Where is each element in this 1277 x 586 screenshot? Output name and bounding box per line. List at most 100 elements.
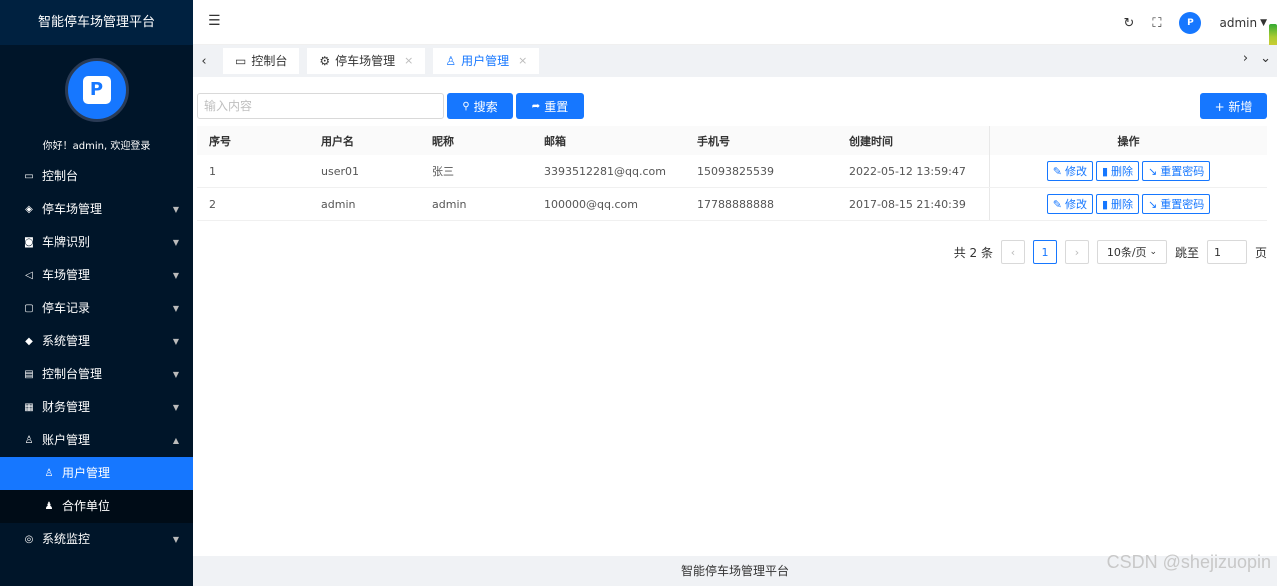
page-size-select[interactable]: 10条/页 ⌄: [1096, 240, 1167, 264]
sidebar-item-label: 财务管理: [42, 400, 91, 414]
jump-label: 跳至: [1174, 245, 1199, 260]
sidebar-subitem-0[interactable]: ♙ 用户管理: [0, 457, 193, 490]
table-header: 序号 用户名 昵称 邮箱 手机号 创建时间 操作: [197, 126, 1267, 155]
search-input[interactable]: [197, 93, 444, 119]
column-header: 手机号: [697, 134, 730, 148]
tab-label: 停车场管理: [335, 54, 396, 68]
shield-icon: ◈: [25, 204, 33, 215]
sidebar-item-5[interactable]: ◆ 系统管理 ▼: [0, 325, 193, 358]
user-outline-icon: ♙: [44, 468, 54, 479]
sidebar-item-7[interactable]: ▦ 财务管理 ▼: [0, 391, 193, 424]
search-label: 搜索: [473, 99, 498, 114]
sidebar-item-label: 停车场管理: [42, 202, 103, 216]
sidebar-item-label: 车牌识别: [42, 235, 91, 249]
sidebar-item-label: 控制台: [42, 169, 79, 183]
tab-0[interactable]: ▭ 控制台: [223, 48, 300, 74]
caret-down-icon: ▼: [172, 337, 179, 346]
actions-cell: ✎ 修改 ▮ 删除 ↘ 重置密码: [989, 188, 1267, 220]
pagination: 共 2 条 ‹ 1 › 10条/页 ⌄ 跳至 1 页: [954, 240, 1267, 264]
add-label: + 新增: [1214, 99, 1253, 114]
tabs-list: ▭ 控制台 ⚙ 停车场管理 × ♙ 用户管理 ×: [215, 48, 540, 74]
sidebar-item-3[interactable]: ◁ 车场管理 ▼: [0, 259, 193, 292]
sidebar-item-8[interactable]: ♙ 账户管理 ▲: [0, 424, 193, 457]
close-icon[interactable]: ×: [404, 48, 413, 74]
sidebar-item-label: 控制台管理: [42, 367, 103, 381]
jump-input[interactable]: 1: [1206, 240, 1247, 264]
reset-button[interactable]: ➦ 重置: [516, 93, 584, 119]
tabs-prev-icon[interactable]: ‹: [193, 54, 215, 69]
total-count: 共 2 条: [953, 245, 993, 260]
reset-password-button-label: 重置密码: [1160, 198, 1205, 211]
tabs-bar: ‹ ▭ 控制台 ⚙ 停车场管理 × ♙ 用户管理 × › ⌄: [193, 45, 1277, 77]
user-table: 序号 用户名 昵称 邮箱 手机号 创建时间 操作 1 user01 张三 3393512281@q…: [197, 126, 1267, 221]
trash-icon: ▮: [1101, 164, 1109, 178]
avatar[interactable]: P: [1179, 12, 1202, 34]
column-header: 用户名: [321, 134, 354, 148]
sidebar-item-label: 账户管理: [42, 433, 91, 447]
delete-button[interactable]: ▮ 删除: [1095, 194, 1140, 214]
sidebar-item-1[interactable]: ◈ 停车场管理 ▼: [0, 193, 193, 226]
user-icon: ♙: [24, 435, 34, 446]
user-icon: ♙: [445, 54, 457, 68]
logo-letter: P: [82, 76, 111, 104]
column-header: 创建时间: [849, 134, 893, 148]
delete-button[interactable]: ▮ 删除: [1095, 161, 1140, 181]
caret-down-icon: ▼: [172, 205, 179, 214]
camera-icon: ◙: [24, 237, 34, 248]
tabs-next-icon[interactable]: ›: [1243, 51, 1248, 66]
sidebar-item-label: 车场管理: [42, 268, 91, 282]
user-menu[interactable]: admin ▼: [1219, 16, 1267, 30]
edit-button[interactable]: ✎ 修改: [1046, 161, 1093, 181]
table-cell: 1: [209, 164, 216, 178]
sidebar-subitem-1[interactable]: ♟ 合作单位: [0, 490, 193, 523]
sidebar-item-monitor[interactable]: ◎ 系统监控 ▼: [0, 523, 193, 556]
monitor-icon: ▭: [235, 54, 247, 68]
tabs-controls: › ⌄: [1243, 51, 1271, 66]
sidebar-item-label: 停车记录: [42, 301, 91, 315]
top-header: ☰ ↻ ⛶ P admin ▼: [193, 0, 1277, 76]
table-cell: admin: [432, 197, 467, 211]
fullscreen-icon[interactable]: ⛶: [1152, 16, 1161, 31]
gear-icon: ⚙: [319, 54, 331, 68]
reset-password-button[interactable]: ↘ 重置密码: [1142, 194, 1211, 214]
close-icon[interactable]: ×: [518, 48, 527, 74]
table-cell: admin: [321, 197, 356, 211]
refresh-icon[interactable]: ↻: [1123, 16, 1134, 31]
pencil-icon: ✎: [1052, 197, 1062, 211]
caret-up-icon: ▲: [172, 436, 179, 445]
table-row: 1 user01 张三 3393512281@qq.com 15093825539 202…: [197, 155, 1267, 188]
sidebar-item-4[interactable]: ▢ 停车记录 ▼: [0, 292, 193, 325]
reset-icon: ↘: [1148, 164, 1158, 178]
sidebar-item-0[interactable]: ▭ 控制台: [0, 160, 193, 193]
caret-down-icon: ▼: [172, 304, 179, 313]
add-button[interactable]: + 新增: [1200, 93, 1267, 119]
app-logo: P: [64, 58, 129, 122]
sidebar-item-6[interactable]: ▤ 控制台管理 ▼: [0, 358, 193, 391]
column-header: 操作: [989, 126, 1267, 155]
search-button[interactable]: ⚲ 搜索: [447, 93, 513, 119]
sidebar-subitem-label: 合作单位: [62, 499, 111, 513]
caret-down-icon: ▼: [172, 238, 179, 247]
chevron-down-icon: ⌄: [1149, 247, 1158, 257]
tab-1[interactable]: ⚙ 停车场管理 ×: [307, 48, 426, 74]
search-icon: ⚲: [462, 100, 470, 112]
next-page-button[interactable]: ›: [1064, 240, 1089, 264]
caret-down-icon: ▼: [172, 535, 179, 544]
user-solid-icon: ♟: [44, 501, 54, 512]
apps-icon: ▦: [24, 402, 34, 413]
sidebar: 智能停车场管理平台 P 你好！admin, 欢迎登录 ▭ 控制台 ◈ 停车场管理 ▼ ◙ 车…: [0, 0, 193, 586]
sidebar-menu: ▭ 控制台 ◈ 停车场管理 ▼ ◙ 车牌识别 ▼ ◁ 车场管理 ▼ ▢ 停车记录 ▼ ◆ 系统管理 ▼ ▤ 控制台管…: [0, 160, 193, 556]
tab-2[interactable]: ♙ 用户管理 ×: [433, 48, 540, 74]
chevron-down-icon[interactable]: ⌄: [1260, 51, 1271, 66]
menu-toggle-icon[interactable]: ☰: [208, 13, 221, 29]
reset-password-button-label: 重置密码: [1160, 165, 1205, 178]
table-row: 2 admin admin 100000@qq.com 17788888888 2017-…: [197, 188, 1267, 221]
page-number[interactable]: 1: [1032, 240, 1057, 264]
delete-button-label: 删除: [1111, 198, 1134, 211]
calendar-icon: ▤: [24, 369, 34, 380]
edit-button[interactable]: ✎ 修改: [1046, 194, 1093, 214]
reset-password-button[interactable]: ↘ 重置密码: [1142, 161, 1211, 181]
send-icon: ◁: [25, 270, 33, 281]
prev-page-button[interactable]: ‹: [1000, 240, 1025, 264]
sidebar-item-2[interactable]: ◙ 车牌识别 ▼: [0, 226, 193, 259]
